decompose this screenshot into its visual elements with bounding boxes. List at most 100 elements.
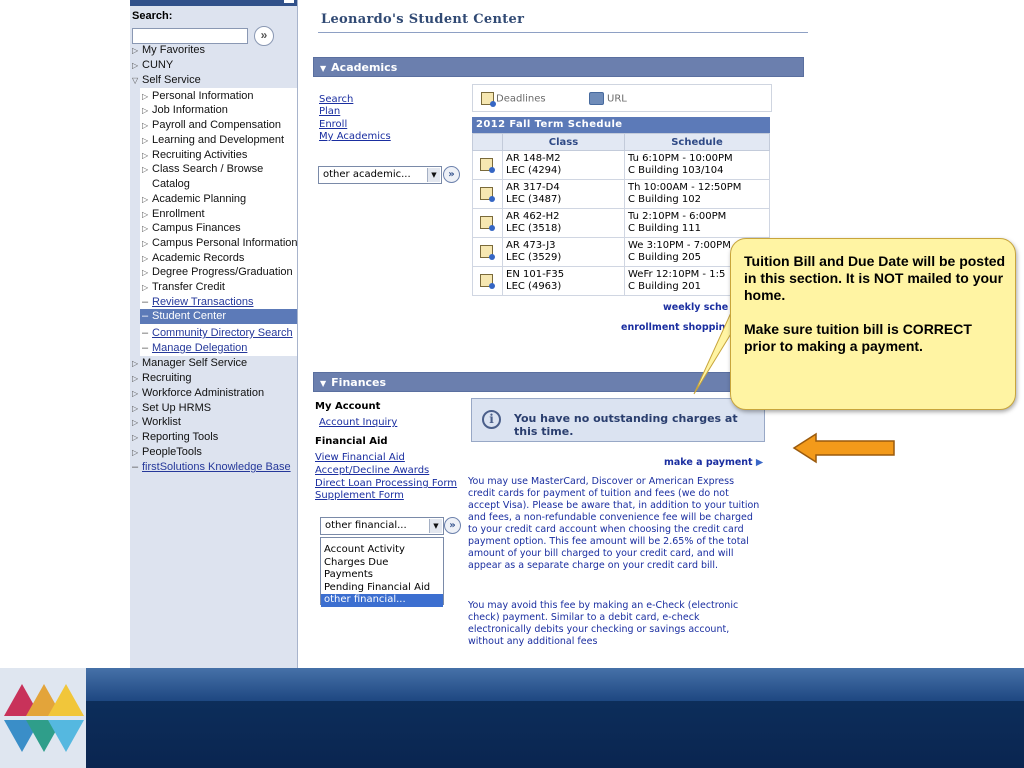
supplement-form-link[interactable]: Supplement Form <box>315 490 404 501</box>
sidebar-item-worklist[interactable]: ▷ Worklist <box>132 415 181 430</box>
schedule-title: 2012 Fall Term Schedule <box>472 117 770 133</box>
sidebar-item-community-directory[interactable]: – Community Directory Search <box>142 326 293 340</box>
sidebar-item-recruiting[interactable]: ▷ Recruiting <box>132 371 192 386</box>
academics-select[interactable]: other academic... ▼ <box>318 166 442 184</box>
collapsed-triangle-icon: ▷ <box>142 268 149 277</box>
no-charges-message: You have no outstanding charges at this … <box>514 412 738 438</box>
dropdown-option[interactable]: Charges Due <box>321 557 443 570</box>
sidebar-item-self-service[interactable]: ▽ Self Service <box>132 73 201 88</box>
collapsed-triangle-icon: ▷ <box>132 389 139 398</box>
collapsed-triangle-icon: ▷ <box>142 283 149 292</box>
page-title: Leonardo's Student Center <box>321 12 525 27</box>
sidebar-item-peopletools[interactable]: ▷ PeopleTools <box>132 445 202 460</box>
class-detail-icon[interactable] <box>480 158 495 174</box>
menu-title <box>130 0 297 6</box>
sidebar-item-payroll[interactable]: ▷ Payroll and Compensation <box>142 118 281 133</box>
finances-go-button[interactable]: » <box>444 517 461 534</box>
col-class: Class <box>502 133 625 151</box>
collapsed-triangle-icon: ▷ <box>132 46 139 55</box>
finances-dropdown-list: Account Activity Charges Due Payments Pe… <box>320 537 444 607</box>
financial-aid-heading: Financial Aid <box>315 436 388 447</box>
sidebar-item-job-information[interactable]: ▷ Job Information <box>142 103 228 118</box>
schedule-table: Class Schedule AR 148-M2 LEC (4294) Tu 6:… <box>472 133 770 296</box>
collapse-chevron-icon: ▼ <box>320 64 327 73</box>
dropdown-option[interactable]: Pending Financial Aid <box>321 582 443 595</box>
sidebar-item-campus-personal-info[interactable]: ▷ Campus Personal Information <box>142 236 297 251</box>
deadlines-link[interactable]: Deadlines <box>481 92 546 107</box>
academics-search-link[interactable]: Search <box>319 94 353 105</box>
info-message-box: i You have no outstanding charges at thi… <box>471 398 765 442</box>
sidebar-item-academic-records[interactable]: ▷ Academic Records <box>142 251 244 266</box>
table-row: AR 473-J3 LEC (3529) We 3:10PM - 7:00PM C … <box>472 237 770 267</box>
academics-enroll-link[interactable]: Enroll <box>319 119 347 130</box>
sidebar-item-personal-information[interactable]: ▷ Personal Information <box>142 89 254 104</box>
sidebar-item-academic-planning[interactable]: ▷ Academic Planning <box>142 192 246 207</box>
collapsed-triangle-icon: ▷ <box>132 61 139 70</box>
sidebar-item-manager-self-service[interactable]: ▷ Manager Self Service <box>132 356 247 371</box>
make-payment-link[interactable]: make a payment ▶ <box>664 457 763 468</box>
play-arrow-icon: ▶ <box>755 457 764 468</box>
menu-search-input[interactable] <box>132 28 248 44</box>
class-detail-icon[interactable] <box>480 274 495 290</box>
url-link[interactable]: URL <box>589 92 627 105</box>
payment-info-text: You may use MasterCard, Discover or Amer… <box>468 476 760 571</box>
callout-note: Tuition Bill and Due Date will be posted… <box>730 238 1016 410</box>
collapsed-triangle-icon: ▷ <box>142 121 149 130</box>
my-account-heading: My Account <box>315 401 381 412</box>
collapsed-triangle-icon: ▷ <box>132 418 139 427</box>
academics-section-header[interactable]: ▼ Academics <box>313 57 804 77</box>
my-academics-link[interactable]: My Academics <box>319 131 391 142</box>
sidebar-item-enrollment[interactable]: ▷ Enrollment <box>142 207 205 222</box>
sidebar-item-cuny[interactable]: ▷ CUNY <box>132 58 173 73</box>
view-financial-aid-link[interactable]: View Financial Aid <box>315 452 405 463</box>
schedule-panel: 2012 Fall Term Schedule Class Schedule A… <box>472 117 770 296</box>
dropdown-option[interactable]: Payments <box>321 569 443 582</box>
collapsed-triangle-icon: ▷ <box>142 165 149 174</box>
sidebar-item-setup-hrms[interactable]: ▷ Set Up HRMS <box>132 401 211 416</box>
sidebar-item-review-transactions[interactable]: – Review Transactions <box>142 295 254 309</box>
menu-search-go-button[interactable]: » <box>254 26 274 46</box>
direct-loan-form-link[interactable]: Direct Loan Processing Form <box>315 478 457 489</box>
collapsed-triangle-icon: ▷ <box>132 404 139 413</box>
sidebar-item-class-search-cont[interactable]: Catalog <box>152 177 190 191</box>
sidebar-item-recruiting-activities[interactable]: ▷ Recruiting Activities <box>142 148 247 163</box>
academics-plan-link[interactable]: Plan <box>319 106 340 117</box>
menu-search-label: Search: <box>132 10 173 22</box>
accept-decline-awards-link[interactable]: Accept/Decline Awards <box>315 465 429 476</box>
sidebar-item-workforce-admin[interactable]: ▷ Workforce Administration <box>132 386 264 401</box>
deadlines-bar: Deadlines URL <box>472 84 772 112</box>
collapsed-triangle-icon: ▷ <box>142 151 149 160</box>
title-divider <box>318 32 808 33</box>
expanded-triangle-icon: ▽ <box>132 76 139 85</box>
col-schedule: Schedule <box>624 133 770 151</box>
collapsed-triangle-icon: ▷ <box>132 359 139 368</box>
callout-text-1: Tuition Bill and Due Date will be posted… <box>744 253 1006 303</box>
collapsed-triangle-icon: ▷ <box>142 106 149 115</box>
class-detail-icon[interactable] <box>480 245 495 261</box>
sidebar-item-campus-finances[interactable]: ▷ Campus Finances <box>142 221 241 236</box>
sidebar-item-knowledge-base[interactable]: – firstSolutions Knowledge Base <box>132 460 291 474</box>
class-detail-icon[interactable] <box>480 187 495 203</box>
sidebar-item-class-search[interactable]: ▷ Class Search / Browse <box>142 162 263 177</box>
class-detail-icon[interactable] <box>480 216 495 232</box>
sidebar-item-transfer-credit[interactable]: ▷ Transfer Credit <box>142 280 225 295</box>
account-inquiry-link[interactable]: Account Inquiry <box>319 417 397 428</box>
sidebar-item-my-favorites[interactable]: ▷ My Favorites <box>132 43 205 58</box>
finances-select[interactable]: other financial... ▼ <box>320 517 444 535</box>
dropdown-arrow-icon: ▼ <box>429 519 442 533</box>
collapsed-triangle-icon: ▷ <box>142 224 149 233</box>
collapsed-triangle-icon: ▷ <box>142 239 149 248</box>
dropdown-option[interactable]: Account Activity <box>321 544 443 557</box>
collapsed-triangle-icon: ▷ <box>132 433 139 442</box>
sidebar-item-degree-progress[interactable]: ▷ Degree Progress/Graduation <box>142 265 293 280</box>
academics-go-button[interactable]: » <box>443 166 460 183</box>
collapsed-triangle-icon: ▷ <box>132 374 139 383</box>
minimize-button[interactable] <box>283 0 295 4</box>
calendar-icon <box>481 92 496 107</box>
sidebar-item-student-center[interactable]: – Student Center <box>140 309 297 324</box>
dropdown-option-selected[interactable]: other financial... <box>321 594 443 607</box>
sidebar-item-manage-delegation[interactable]: – Manage Delegation <box>142 341 247 355</box>
sidebar-item-learning[interactable]: ▷ Learning and Development <box>142 133 284 148</box>
sidebar-item-reporting-tools[interactable]: ▷ Reporting Tools <box>132 430 218 445</box>
collapsed-triangle-icon: ▷ <box>142 92 149 101</box>
